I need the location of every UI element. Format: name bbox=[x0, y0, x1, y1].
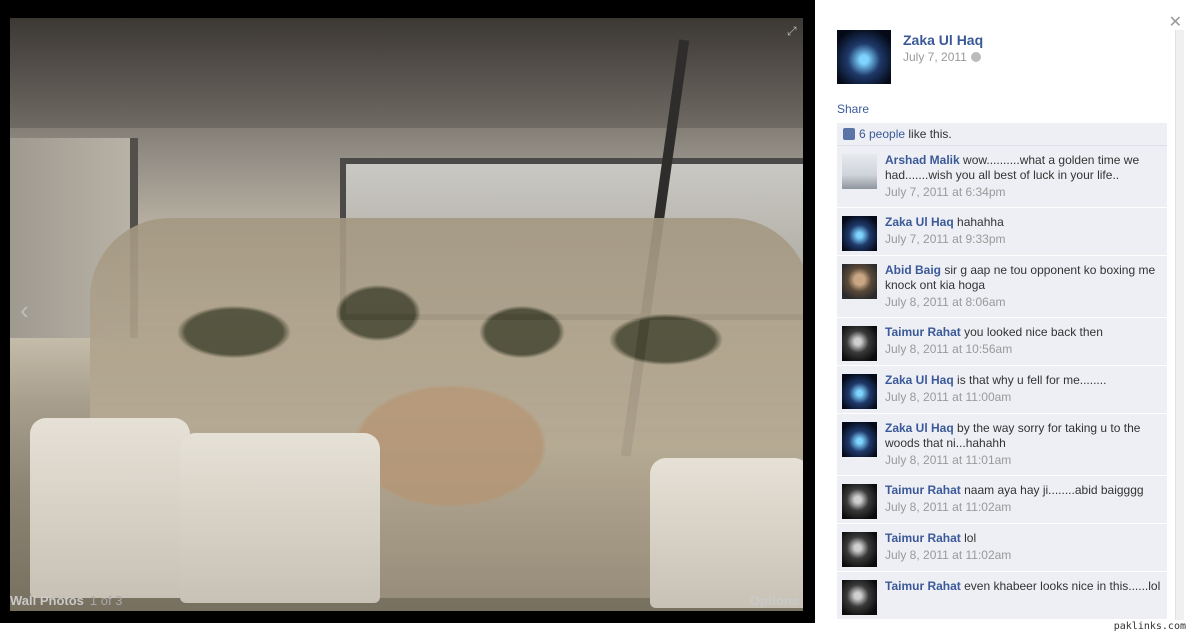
commenter-avatar[interactable] bbox=[842, 326, 877, 361]
likes-count-link[interactable]: 6 people bbox=[859, 127, 905, 141]
comment-timestamp[interactable]: July 7, 2011 at 9:33pm bbox=[885, 232, 1161, 247]
comment-timestamp[interactable]: July 8, 2011 at 11:00am bbox=[885, 390, 1161, 405]
comment-timestamp[interactable]: July 8, 2011 at 11:02am bbox=[885, 500, 1161, 515]
commenter-avatar[interactable] bbox=[842, 264, 877, 299]
comment-timestamp[interactable]: July 7, 2011 at 6:34pm bbox=[885, 185, 1161, 200]
commenter-avatar[interactable] bbox=[842, 422, 877, 457]
comment-timestamp[interactable]: July 8, 2011 at 11:02am bbox=[885, 548, 1161, 563]
comment-item: Taimur Rahat you looked nice back then Ju… bbox=[837, 318, 1167, 366]
comment-item: Taimur Rahat even khabeer looks nice in … bbox=[837, 572, 1167, 620]
commenter-name[interactable]: Taimur Rahat bbox=[885, 483, 961, 497]
commenter-name[interactable]: Taimur Rahat bbox=[885, 531, 961, 545]
like-thumb-icon bbox=[843, 128, 855, 140]
commenter-name[interactable]: Abid Baig bbox=[885, 263, 941, 277]
comment-item: Taimur Rahat lol July 8, 2011 at 11:02am bbox=[837, 524, 1167, 572]
comment-timestamp[interactable]: July 8, 2011 at 8:06am bbox=[885, 295, 1161, 310]
likes-bar: 6 people like this. bbox=[837, 123, 1167, 146]
comment-text: is that why u fell for me........ bbox=[953, 373, 1107, 387]
globe-icon bbox=[970, 52, 981, 62]
bus-seat bbox=[30, 418, 190, 598]
comment-timestamp[interactable]: July 8, 2011 at 10:56am bbox=[885, 342, 1161, 357]
share-link[interactable]: Share bbox=[837, 102, 869, 116]
commenter-name[interactable]: Zaka Ul Haq bbox=[885, 215, 954, 229]
comment-item: Zaka Ul Haq is that why u fell for me...… bbox=[837, 366, 1167, 414]
comment-item: Taimur Rahat naam aya hay ji........abid… bbox=[837, 476, 1167, 524]
likes-suffix: like this. bbox=[905, 127, 952, 141]
commenter-name[interactable]: Zaka Ul Haq bbox=[885, 421, 954, 435]
commenter-avatar[interactable] bbox=[842, 580, 877, 615]
author-name[interactable]: Zaka Ul Haq bbox=[903, 32, 983, 48]
comment-item: Zaka Ul Haq hahahha July 7, 2011 at 9:33p… bbox=[837, 208, 1167, 256]
comment-item: Arshad Malik wow..........what a golden … bbox=[837, 146, 1167, 208]
bus-seat bbox=[180, 433, 380, 603]
photo-caption: Wall Photos 1 of 3 bbox=[10, 593, 122, 608]
author-avatar[interactable] bbox=[837, 30, 891, 84]
options-link[interactable]: Options bbox=[750, 593, 799, 608]
commenter-avatar[interactable] bbox=[842, 154, 877, 189]
comment-text: hahahha bbox=[953, 215, 1004, 229]
details-panel: ✕ Zaka Ul Haq July 7, 2011 Share 6 peopl… bbox=[815, 0, 1192, 621]
comment-text: you looked nice back then bbox=[960, 325, 1103, 339]
comment-text: lol bbox=[960, 531, 977, 545]
commenter-name[interactable]: Arshad Malik bbox=[885, 153, 960, 167]
commenter-name[interactable]: Zaka Ul Haq bbox=[885, 373, 954, 387]
watermark: paklinks.com bbox=[1113, 621, 1186, 632]
fullscreen-icon[interactable]: ⤢ bbox=[787, 24, 797, 39]
post-date: July 7, 2011 bbox=[903, 50, 981, 64]
comments-list: Arshad Malik wow..........what a golden … bbox=[837, 146, 1167, 620]
previous-arrow-icon[interactable]: ‹ bbox=[20, 295, 29, 326]
comment-item: Zaka Ul Haq by the way sorry for taking … bbox=[837, 414, 1167, 476]
commenter-avatar[interactable] bbox=[842, 216, 877, 251]
photo-position: 1 of 3 bbox=[89, 593, 123, 608]
comment-timestamp[interactable]: July 8, 2011 at 11:01am bbox=[885, 453, 1161, 468]
comment-text: even khabeer looks nice in this......lol bbox=[960, 579, 1161, 593]
photo[interactable] bbox=[10, 18, 803, 611]
bus-seat bbox=[650, 458, 803, 608]
commenter-avatar[interactable] bbox=[842, 532, 877, 567]
commenter-name[interactable]: Taimur Rahat bbox=[885, 325, 961, 339]
commenter-name[interactable]: Taimur Rahat bbox=[885, 579, 961, 593]
commenter-avatar[interactable] bbox=[842, 484, 877, 519]
photo-stage: ‹ ⤢ Wall Photos 1 of 3 Options bbox=[0, 0, 815, 621]
stage-bottom-border bbox=[0, 621, 815, 623]
comment-item: Abid Baig sir g aap ne tou opponent ko b… bbox=[837, 256, 1167, 318]
commenter-avatar[interactable] bbox=[842, 374, 877, 409]
comment-text: naam aya hay ji........abid baigggg bbox=[960, 483, 1144, 497]
scrollbar[interactable] bbox=[1175, 30, 1184, 620]
close-icon[interactable]: ✕ bbox=[1169, 12, 1182, 32]
album-label[interactable]: Wall Photos bbox=[10, 593, 84, 608]
